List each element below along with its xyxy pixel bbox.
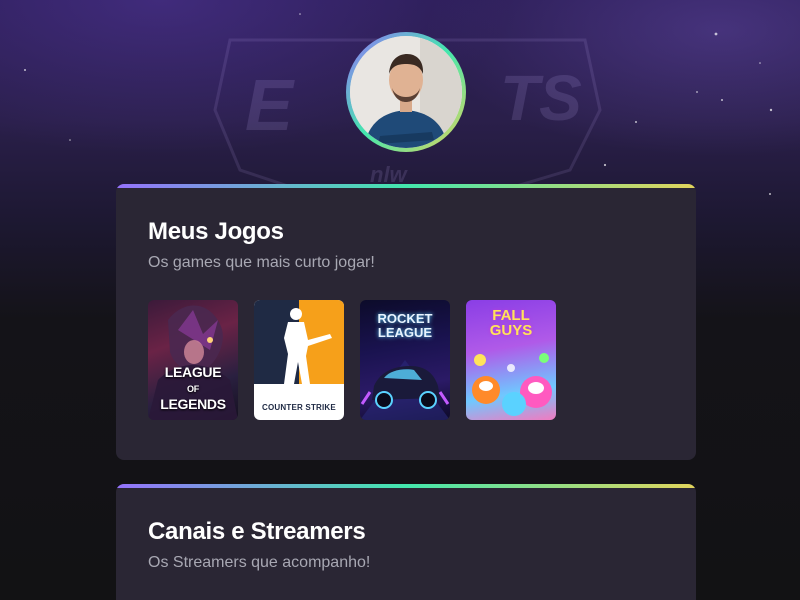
game-league-of-legends[interactable]: LEAGUE OF LEGENDS bbox=[148, 300, 238, 420]
rl-logo-text: ROCKET LEAGUE bbox=[377, 311, 433, 340]
cs-logo-text: COUNTER STRIKE bbox=[262, 403, 336, 412]
fg-logo-text: FALL GUYS bbox=[489, 307, 533, 339]
svg-text:TS: TS bbox=[500, 62, 582, 134]
game-counter-strike[interactable]: COUNTER STRIKE bbox=[254, 300, 344, 420]
lol-logo-text: LEAGUE OF LEGENDS bbox=[160, 364, 226, 412]
soldier-silhouette-icon bbox=[284, 308, 332, 384]
svg-text:E: E bbox=[245, 66, 295, 146]
avatar bbox=[350, 36, 462, 148]
avatar-ring bbox=[346, 32, 466, 152]
streamers-section-title: Canais e Streamers bbox=[148, 518, 366, 545]
game-rocket-league[interactable]: ROCKET LEAGUE bbox=[360, 300, 450, 420]
games-list: LEAGUE OF LEGENDS COUNTER STRIKE ROCKET … bbox=[148, 300, 556, 420]
cs-banner bbox=[254, 300, 344, 384]
games-section-subtitle: Os games que mais curto jogar! bbox=[148, 254, 375, 271]
games-section-title: Meus Jogos bbox=[148, 218, 284, 245]
game-fall-guys[interactable]: FALL GUYS bbox=[466, 300, 556, 420]
person-photo-icon bbox=[350, 36, 462, 148]
streamers-section-subtitle: Os Streamers que acompanho! bbox=[148, 554, 371, 571]
streamers-card: Canais e Streamers Os Streamers que acom… bbox=[116, 484, 696, 600]
games-card: Meus Jogos Os games que mais curto jogar… bbox=[116, 184, 696, 460]
